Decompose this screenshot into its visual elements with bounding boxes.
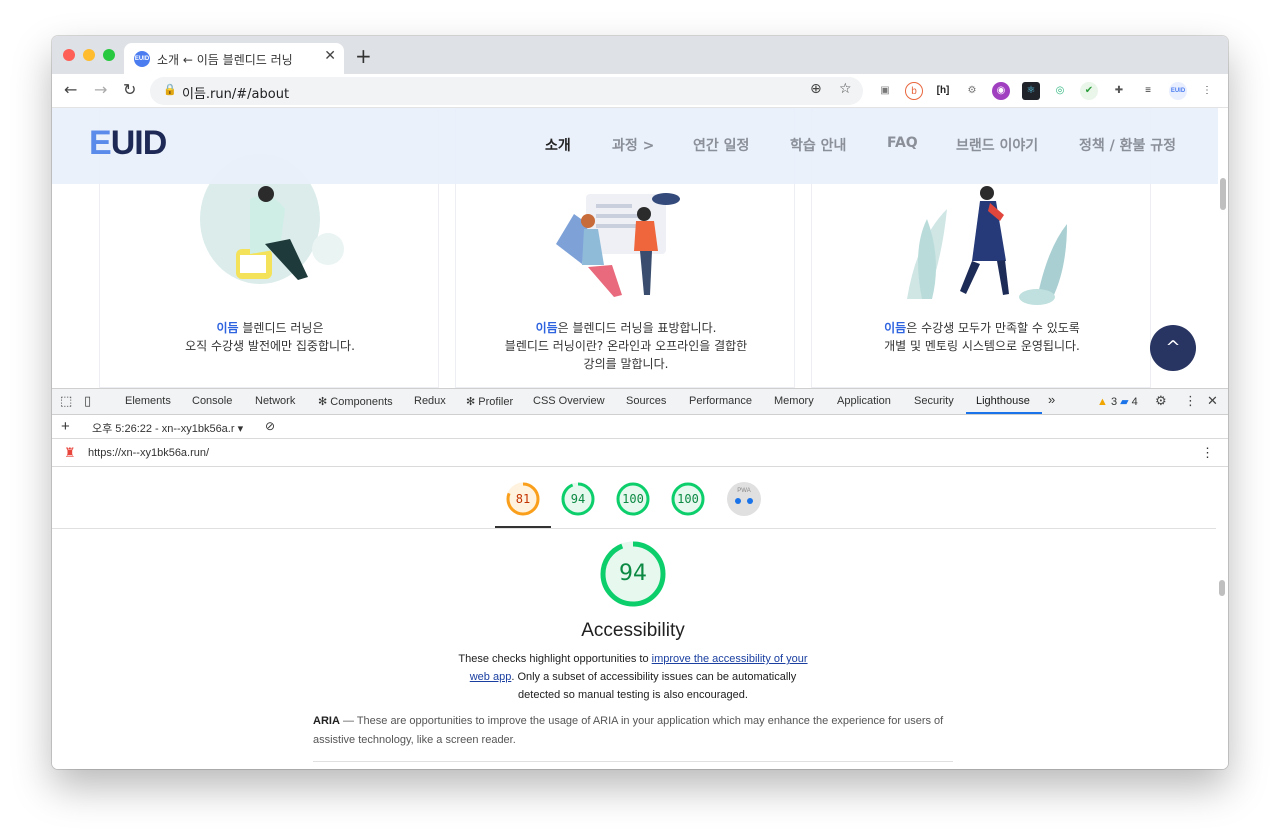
pwa-dot-icon [747,498,753,504]
bookmark-star-icon[interactable]: ☆ [839,81,852,97]
card-description: 이듬은 수강생 모두가 만족할 수 있도록 개별 및 멘토링 시스템으로 운영됩… [884,321,1080,353]
minimize-window-button[interactable] [83,49,95,61]
lighthouse-toolbar: + 오후 5:26:22 - xn--xy1bk56a.r ▾ ⊘ [52,415,1228,439]
web-page: 이듬 블렌디드 러닝은 오직 수강생 발전에만 집중합니다. 이듬은 블렌디드 … [52,108,1228,388]
lighthouse-icon: ♜ [64,445,76,460]
report-selector[interactable]: 오후 5:26:22 - xn--xy1bk56a.r ▾ [92,420,243,436]
forward-button[interactable]: → [94,80,107,99]
maximize-window-button[interactable] [103,49,115,61]
close-window-button[interactable] [63,49,75,61]
tab-strip: EUID 소개 ← 이듬 블렌디드 러닝 ✕ + [52,36,1228,74]
active-tab-indicator [966,412,1042,414]
address-bar[interactable]: 🔒 이듬.run/#/about ⊕ ☆ [150,77,863,105]
category-description: These checks highlight opportunities to … [458,653,808,701]
more-tabs-button[interactable]: » [1048,392,1055,407]
card-description: 이듬은 블렌디드 러닝을 표방합니다. 블렌디드 러닝이란? 온라인과 오프라인… [504,321,748,371]
browser-tab[interactable]: EUID 소개 ← 이듬 블렌디드 러닝 ✕ [124,43,344,74]
card-description: 이듬 블렌디드 러닝은 오직 수강생 발전에만 집중합니다. [185,321,355,353]
report-url-bar: ♜ https://xn--xy1bk56a.run/ ⋮ [52,439,1228,467]
tab-application[interactable]: Application [837,395,891,407]
tab-network[interactable]: Network [255,395,295,407]
tab-memory[interactable]: Memory [774,395,814,407]
active-gauge-indicator [495,526,551,528]
performance-gauge[interactable]: 81 [506,482,540,516]
site-logo[interactable]: EUID [89,124,167,163]
tab-elements[interactable]: Elements [125,395,171,407]
browser-toolbar: ← → ↻ 🔒 이듬.run/#/about ⊕ ☆ ▣ b [h] ⚙ ◉ ⚛… [52,74,1228,108]
zoom-icon[interactable]: ⊕ [810,81,822,97]
pwa-badge[interactable]: PWA [727,482,761,516]
nav-learning-guide[interactable]: 학습 안내 [790,135,846,155]
tab-sources[interactable]: Sources [626,395,666,407]
devtools-tab-bar: ⬚ ▯ Elements Console Network ✻ Component… [52,389,1228,415]
warning-icon: ▲ [1097,396,1108,408]
tab-security[interactable]: Security [914,395,954,407]
clear-reports-icon[interactable]: ⊘ [265,419,275,433]
device-toolbar-icon[interactable]: ▯ [84,394,91,409]
scroll-to-top-button[interactable]: ^ [1150,325,1196,371]
react-devtools-icon[interactable]: ⚛ [1022,82,1040,100]
settings-gear-icon[interactable]: ⚙ [1155,394,1167,409]
category-title: Accessibility [581,620,685,641]
green-ring-extension-icon[interactable]: ◎ [1051,82,1069,100]
site-header: EUID 소개 과정 > 연간 일정 학습 안내 FAQ 브랜드 이야기 정책 … [52,108,1218,184]
pwa-dot-icon [735,498,741,504]
tab-lighthouse[interactable]: Lighthouse [976,395,1030,407]
divider [313,761,953,762]
browser-menu-icon[interactable]: ⋮ [1198,82,1216,100]
tab-css-overview[interactable]: CSS Overview [533,395,605,407]
lighthouse-report: 81 94 100 100 PWA 94 Accessibility These… [52,467,1216,769]
report-scrollbar[interactable] [1219,580,1225,596]
reload-button[interactable]: ↻ [123,80,136,99]
tab-components[interactable]: ✻ Components [318,395,393,408]
message-icon: ▰ [1120,396,1129,408]
shield-extension-icon[interactable]: ✔ [1080,82,1098,100]
nav-courses[interactable]: 과정 > [612,135,654,155]
lock-icon: 🔒 [163,83,177,96]
nav-annual-schedule[interactable]: 연간 일정 [693,135,749,155]
tab-console[interactable]: Console [192,395,232,407]
profile-avatar[interactable]: EUID [1169,82,1187,100]
purple-extension-icon[interactable]: ◉ [992,82,1010,100]
report-url: https://xn--xy1bk56a.run/ [88,447,210,459]
nav-policy-refund[interactable]: 정책 / 환불 규정 [1079,135,1176,155]
close-tab-icon[interactable]: ✕ [324,48,336,64]
inspect-element-icon[interactable]: ⬚ [60,394,72,409]
devtools-menu-icon[interactable]: ⋮ [1184,394,1197,409]
nav-brand-story[interactable]: 브랜드 이야기 [956,135,1038,155]
report-menu-icon[interactable]: ⋮ [1201,445,1214,461]
tab-title: 소개 ← 이듬 블렌디드 러닝 [157,53,293,67]
score-gauges-bar: 81 94 100 100 PWA [52,467,1216,529]
nav-faq[interactable]: FAQ [887,135,918,151]
favicon-icon: EUID [134,51,150,67]
url-text: 이듬.run/#/about [182,87,290,102]
accessibility-gauge[interactable]: 94 [561,482,595,516]
aria-group: ARIA — These are opportunities to improv… [313,715,944,746]
tab-performance[interactable]: Performance [689,395,752,407]
b-extension-icon[interactable]: b [905,82,923,100]
close-devtools-icon[interactable]: ✕ [1207,394,1218,409]
browser-window: EUID 소개 ← 이듬 블렌디드 러닝 ✕ + ← → ↻ 🔒 이듬.run/… [52,36,1228,769]
camera-extension-icon[interactable]: ▣ [876,82,894,100]
tab-profiler[interactable]: ✻ Profiler [466,395,513,408]
accessibility-score-value: 94 [619,561,647,586]
media-queue-icon[interactable]: ≡ [1139,82,1157,100]
warnings-counter[interactable]: ▲ 3 ▰ 4 [1097,395,1138,408]
gear-extension-icon[interactable]: ⚙ [963,82,981,100]
new-report-button[interactable]: + [61,418,70,435]
page-scrollbar[interactable] [1220,178,1226,210]
tab-redux[interactable]: Redux [414,395,446,407]
back-button[interactable]: ← [64,80,77,99]
new-tab-button[interactable]: + [355,44,372,68]
best-practices-gauge[interactable]: 100 [616,482,650,516]
nav-about[interactable]: 소개 [545,135,571,155]
seo-gauge[interactable]: 100 [671,482,705,516]
devtools-panel: ⬚ ▯ Elements Console Network ✻ Component… [52,388,1228,769]
puzzle-extensions-icon[interactable]: ✚ [1110,82,1128,100]
hn-extension-icon[interactable]: [h] [934,82,952,100]
